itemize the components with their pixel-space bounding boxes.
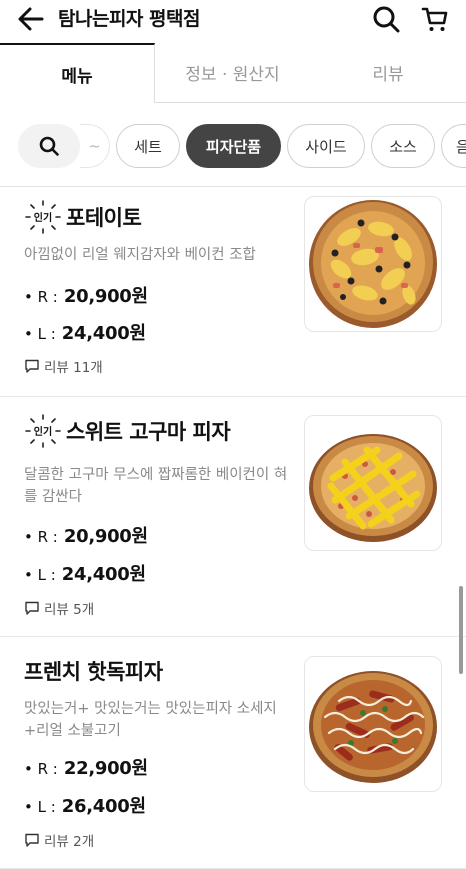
price-large-value: 24,400원 <box>61 564 146 585</box>
app-header: 탐나는피자 평택점 <box>0 0 466 40</box>
price-large-label: • L : <box>24 325 56 343</box>
item-divider <box>0 396 466 397</box>
chip-pizza-single-label: 피자단품 <box>205 137 262 156</box>
price-regular: • R : 20,900원 <box>24 282 148 308</box>
menu-item-image <box>304 196 442 332</box>
chip-pizza-single[interactable]: 피자단품 <box>186 124 281 168</box>
menu-item-name: 프렌치 핫독피자 <box>24 660 163 684</box>
menu-item-description: 맛있는거+ 맛있는거는 맛있는피자 소세지+리얼 소불고기 <box>24 701 277 739</box>
tab-info[interactable]: 정보 · 원산지 <box>155 43 310 103</box>
tab-bar: 메뉴 정보 · 원산지 리뷰 <box>0 43 466 103</box>
menu-item-name: 포테이토 <box>66 206 142 230</box>
menu-item-potato[interactable]: 인기 포테이토 아낌없이 리얼 웨지감자와 베이컨 조합 • R : 20,90… <box>0 188 466 394</box>
category-search-button[interactable] <box>18 124 80 168</box>
popular-badge-label: 인기 <box>34 425 52 438</box>
chip-side[interactable]: 사이드 <box>287 124 365 168</box>
tab-menu[interactable]: 메뉴 <box>0 43 155 103</box>
page-title: 탐나는피자 평택점 <box>58 8 200 30</box>
price-large-value: 26,400원 <box>61 796 146 817</box>
price-large: • L : 24,400원 <box>24 560 146 586</box>
chip-drink-partial-label: 음 <box>456 137 466 156</box>
chip-sauce[interactable]: 소스 <box>371 124 435 168</box>
item-divider <box>0 636 466 637</box>
price-large-label: • L : <box>24 566 56 584</box>
cart-icon <box>421 7 448 31</box>
menu-item-name: 스위트 고구마 피자 <box>66 420 231 444</box>
menu-item-title-row: 프렌치 핫독피자 <box>24 656 163 686</box>
speech-bubble-icon <box>25 601 39 615</box>
price-regular: • R : 22,900원 <box>24 754 148 780</box>
chips-divider <box>0 186 466 187</box>
price-regular-value: 20,900원 <box>63 526 148 547</box>
popular-badge-icon: 인기 <box>25 414 61 448</box>
review-count: 리뷰 11개 <box>24 356 103 376</box>
tab-menu-label: 메뉴 <box>61 66 93 87</box>
review-count-label: 리뷰 5개 <box>44 602 95 618</box>
popular-badge-icon: 인기 <box>25 200 61 234</box>
review-count: 리뷰 2개 <box>24 830 94 850</box>
price-regular-value: 20,900원 <box>63 286 148 307</box>
tab-info-label: 정보 · 원산지 <box>185 65 280 85</box>
price-regular-value: 22,900원 <box>63 758 148 779</box>
potato-pizza-image <box>309 200 437 328</box>
menu-item-french-hotdog[interactable]: 프렌치 핫독피자 맛있는거+ 맛있는거는 맛있는피자 소세지+리얼 소불고기 •… <box>0 638 466 869</box>
chip-set[interactable]: 세트 <box>116 124 180 168</box>
cart-button[interactable] <box>420 4 450 34</box>
chip-partial-left[interactable]: ~ <box>80 124 110 168</box>
menu-item-description: 달콤한 고구마 무스에 짭짜롬한 베이컨이 혀를 감싼다 <box>24 467 288 505</box>
search-icon <box>373 6 400 33</box>
menu-item-image <box>304 415 442 551</box>
chip-partial-left-label: ~ <box>88 137 101 155</box>
price-regular-label: • R : <box>24 288 58 306</box>
tab-review[interactable]: 리뷰 <box>310 43 466 103</box>
tab-review-label: 리뷰 <box>372 65 404 85</box>
scrollbar[interactable] <box>459 586 463 674</box>
popular-badge-label: 인기 <box>34 211 52 224</box>
review-count-label: 리뷰 2개 <box>44 834 95 850</box>
price-large-label: • L : <box>24 798 56 816</box>
sweet-potato-pizza-image <box>309 434 437 542</box>
menu-item-title-row: 인기 스위트 고구마 피자 <box>24 414 231 448</box>
review-count: 리뷰 5개 <box>24 598 94 618</box>
back-button[interactable] <box>16 4 48 34</box>
category-chip-bar[interactable]: ~ 세트 피자단품 사이드 소스 음 <box>0 120 466 172</box>
price-large: • L : 24,400원 <box>24 319 146 345</box>
price-large-value: 24,400원 <box>61 323 146 344</box>
speech-bubble-icon <box>25 833 39 847</box>
menu-item-description: 아낌없이 리얼 웨지감자와 베이컨 조합 <box>24 247 256 263</box>
chip-set-label: 세트 <box>134 137 162 156</box>
chip-side-label: 사이드 <box>305 137 347 156</box>
menu-item-sweet-potato[interactable]: 인기 스위트 고구마 피자 달콤한 고구마 무스에 짭짜롬한 베이컨이 혀를 감… <box>0 398 466 634</box>
search-icon <box>39 136 59 156</box>
chip-sauce-label: 소스 <box>389 137 417 156</box>
menu-item-image <box>304 656 442 792</box>
price-regular-label: • R : <box>24 760 58 778</box>
search-button[interactable] <box>371 4 401 34</box>
menu-item-title-row: 인기 포테이토 <box>24 200 142 234</box>
price-large: • L : 26,400원 <box>24 792 146 818</box>
price-regular: • R : 20,900원 <box>24 522 148 548</box>
review-count-label: 리뷰 11개 <box>44 360 103 376</box>
speech-bubble-icon <box>25 359 39 373</box>
arrow-left-icon <box>18 7 44 31</box>
chip-drink-partial[interactable]: 음 <box>441 124 466 168</box>
french-hotdog-pizza-image <box>309 671 437 783</box>
price-regular-label: • R : <box>24 528 58 546</box>
